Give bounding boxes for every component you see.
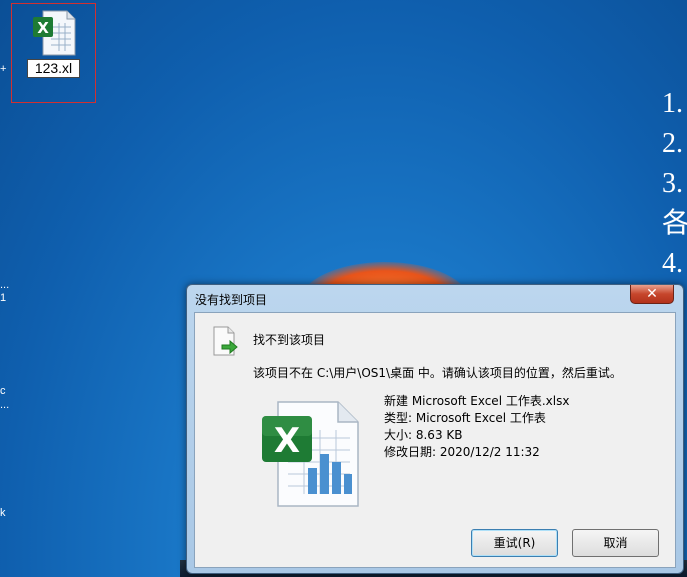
svg-text:X: X — [37, 19, 49, 37]
file-modified: 修改日期: 2020/12/2 11:32 — [384, 445, 540, 459]
cancel-button[interactable]: 取消 — [572, 529, 659, 557]
desktop-note-text: 1. 2. 3. 各 4. — [662, 88, 687, 279]
excel-file-icon: X — [33, 10, 76, 56]
file-info: 新建 Microsoft Excel 工作表.xlsx 类型: Microsof… — [384, 393, 569, 461]
desktop-edge-mark: + — [0, 63, 7, 75]
desktop-edge-mark: 1 — [0, 292, 7, 304]
dialog-title: 没有找到项目 — [195, 293, 268, 307]
dialog-message: 该项目不在 C:\用户\OS1\桌面 中。请确认该项目的位置，然后重试。 — [253, 366, 622, 380]
item-not-found-dialog: 没有找到项目 ✕ 找不到该项目 该项目不在 C:\用户\OS1\桌面 中。请确认… — [186, 284, 684, 574]
dialog-content: 找不到该项目 该项目不在 C:\用户\OS1\桌面 中。请确认该项目的位置，然后… — [194, 312, 676, 568]
file-rename-input[interactable]: 123.xl — [27, 59, 80, 78]
file-type: 类型: Microsoft Excel 工作表 — [384, 411, 546, 425]
excel-document-icon: X — [262, 401, 359, 507]
dialog-heading: 找不到该项目 — [253, 333, 326, 347]
desktop-edge-mark: k — [0, 507, 6, 519]
desktop-edge-mark: ... — [0, 399, 10, 411]
desktop-file-icon[interactable]: X 123.xl — [11, 3, 96, 103]
file-name: 新建 Microsoft Excel 工作表.xlsx — [384, 394, 570, 408]
file-warning-icon — [213, 326, 238, 356]
desktop-edge-mark: ... — [0, 279, 10, 291]
svg-text:X: X — [274, 421, 300, 461]
retry-button[interactable]: 重试(R) — [471, 529, 558, 557]
close-button[interactable]: ✕ — [630, 285, 674, 304]
file-size: 大小: 8.63 KB — [384, 428, 463, 442]
close-icon: ✕ — [646, 286, 658, 302]
desktop-edge-mark: c — [0, 385, 6, 397]
